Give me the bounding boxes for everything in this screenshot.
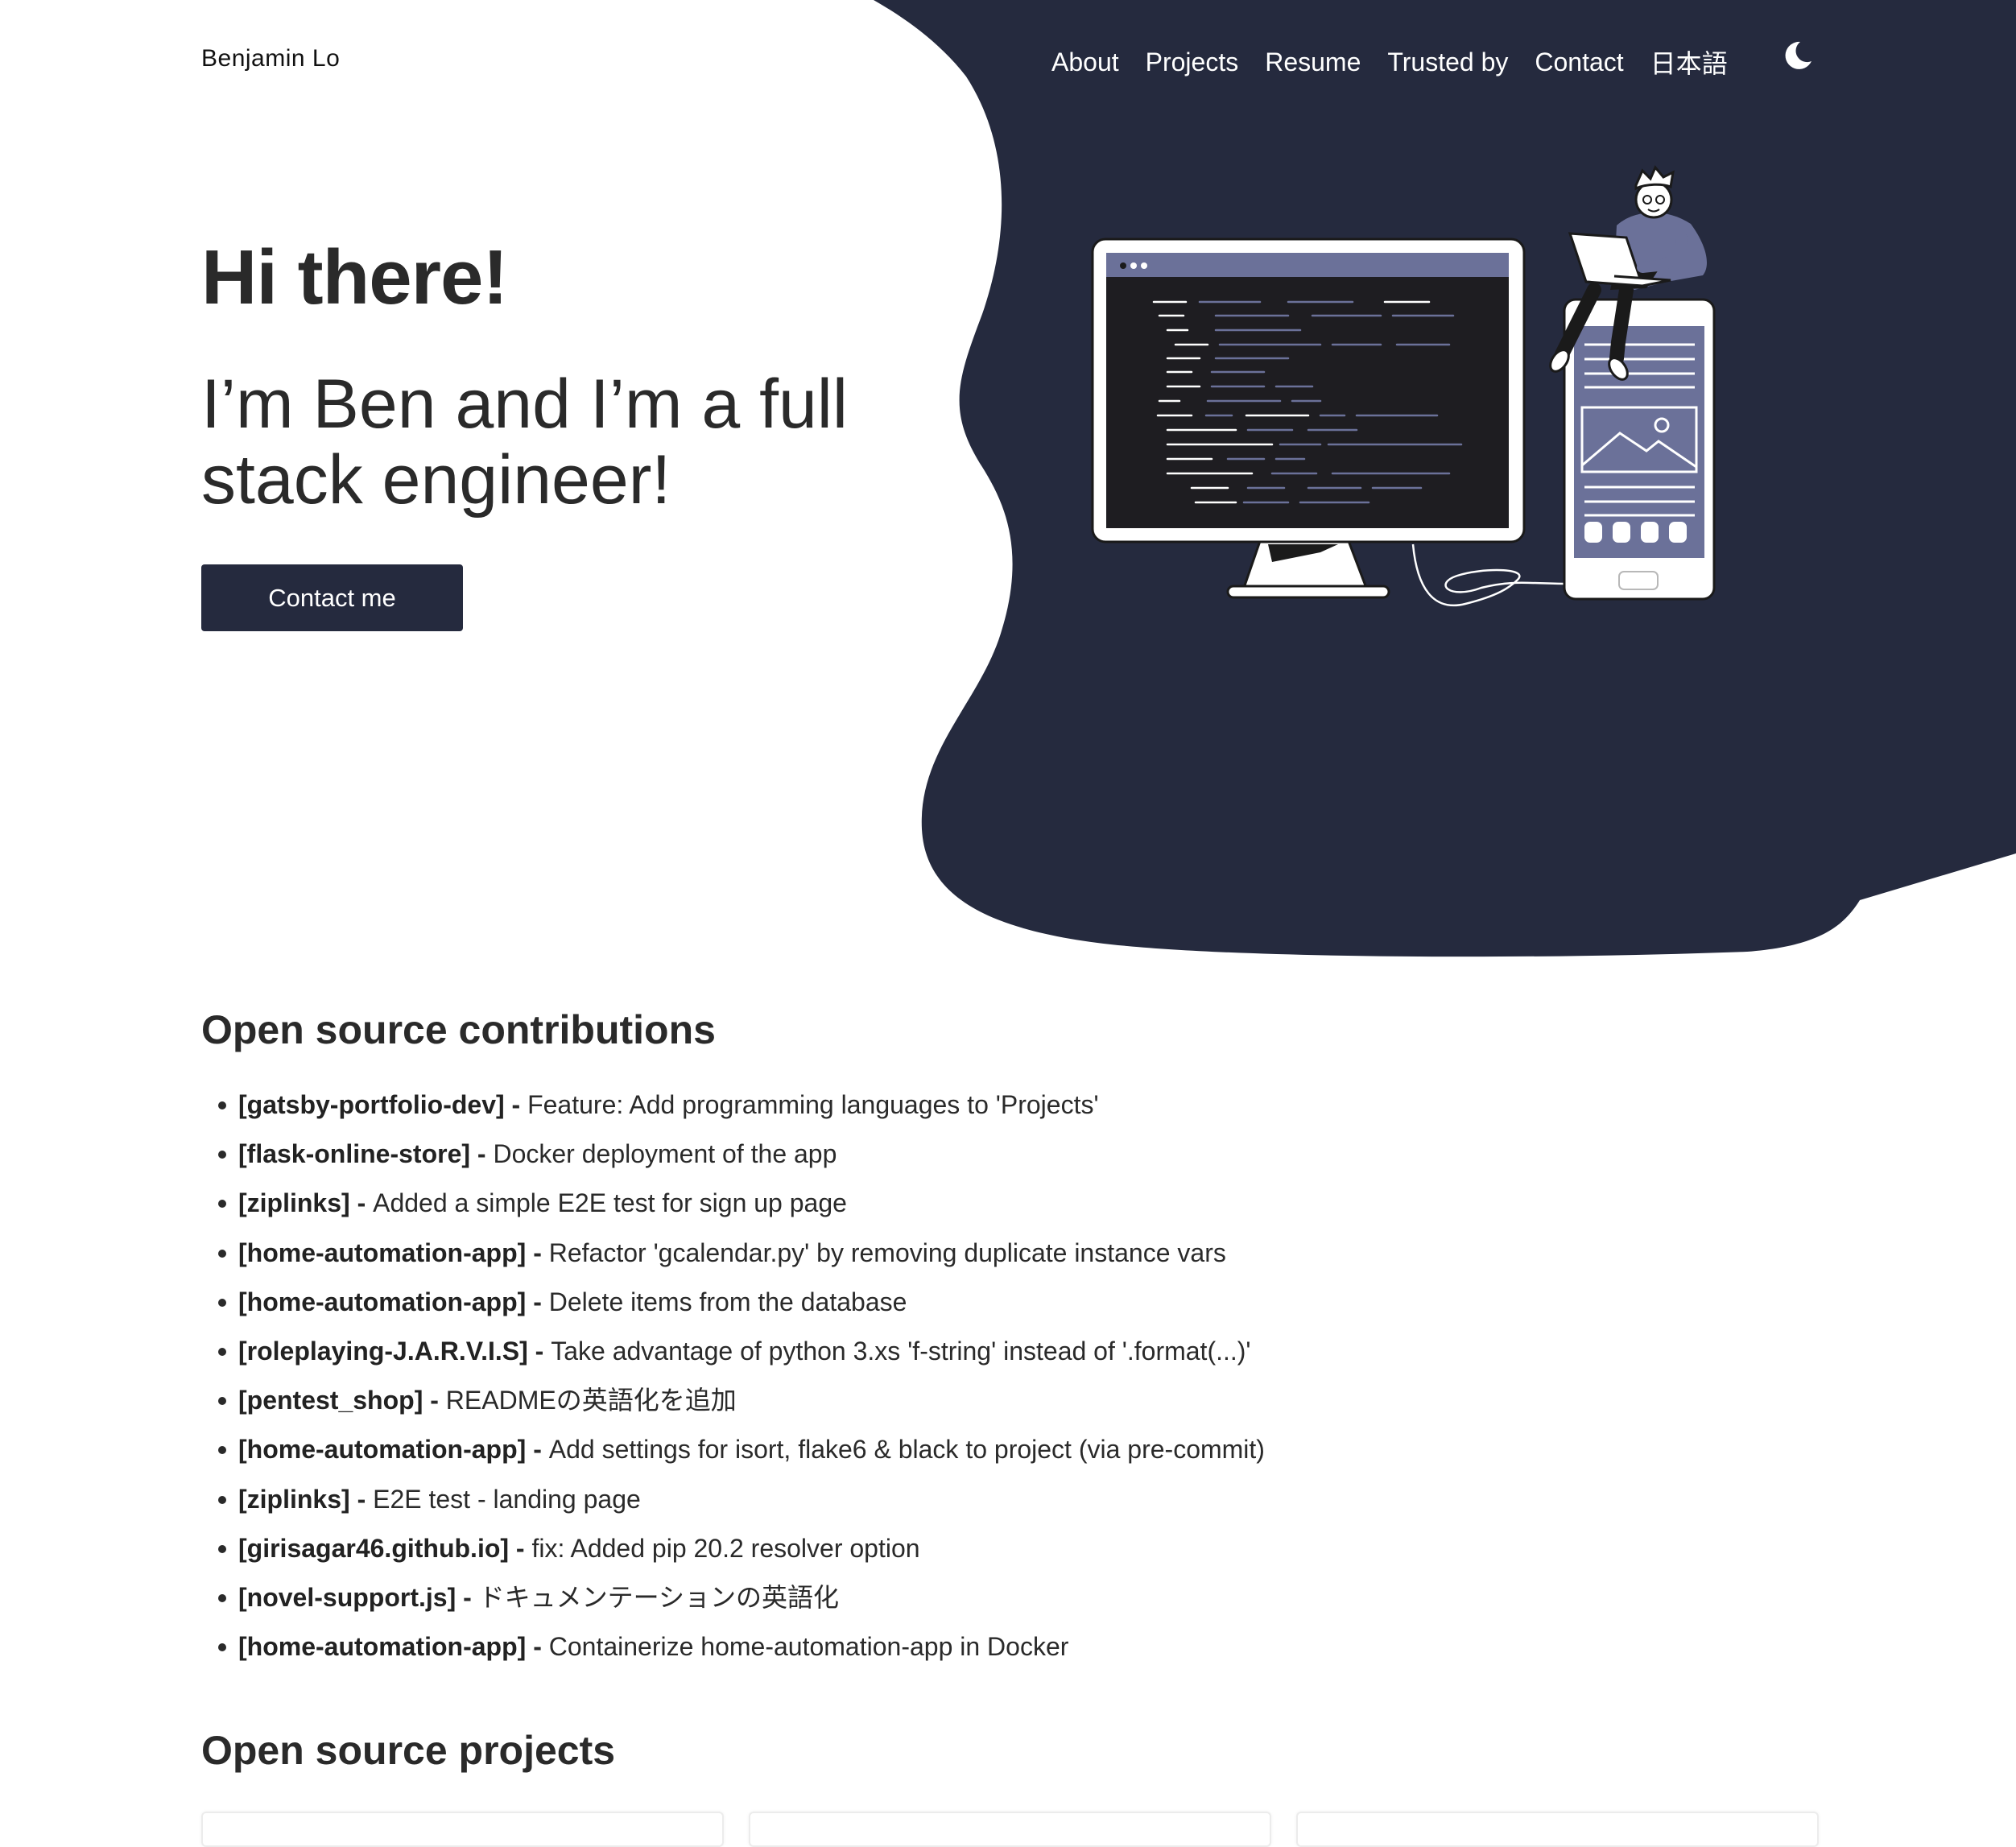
project-card[interactable] (1296, 1812, 1819, 1847)
contribution-separator: - (504, 1090, 528, 1119)
contribution-separator: - (509, 1533, 532, 1563)
contribution-item: [roleplaying-J.A.R.V.I.S] - Take advanta… (201, 1327, 1812, 1376)
contribution-description: Docker deployment of the app (493, 1139, 837, 1169)
contribution-description: Feature: Add programming languages to 'P… (527, 1090, 1099, 1119)
monitor-stand (1226, 539, 1390, 599)
contribution-description: READMEの英語化を追加 (445, 1386, 737, 1415)
monitor (1091, 238, 1526, 543)
contribution-separator: - (349, 1484, 374, 1514)
contribution-item: [home-automation-app] - Add settings for… (201, 1425, 1812, 1474)
contribution-item: [pentest_shop] - READMEの英語化を追加 (201, 1376, 1812, 1425)
bullet-icon (218, 1298, 226, 1307)
contribution-repo-link[interactable]: [ziplinks] (238, 1485, 350, 1514)
contribution-repo-link[interactable]: [home-automation-app] (238, 1435, 526, 1464)
contribution-repo-link[interactable]: [home-automation-app] (238, 1238, 526, 1267)
device-cable (1411, 543, 1567, 606)
contribution-separator: - (349, 1188, 374, 1218)
contribution-repo-link[interactable]: [girisagar46.github.io] (238, 1534, 509, 1563)
contribution-separator: - (526, 1287, 549, 1316)
nav-link-trusted-by[interactable]: Trusted by (1387, 48, 1508, 77)
bullet-icon (218, 1249, 226, 1258)
nav-link-projects[interactable]: Projects (1146, 48, 1239, 77)
contribution-item: [flask-online-store] - Docker deployment… (201, 1130, 1812, 1179)
contribution-description: ドキュメンテーションの英語化 (478, 1582, 840, 1612)
contribution-separator: - (526, 1632, 549, 1662)
contribution-item: [novel-support.js] - ドキュメンテーションの英語化 (201, 1573, 1812, 1622)
phone (1563, 298, 1716, 601)
contribution-item: [gatsby-portfolio-dev] - Feature: Add pr… (201, 1081, 1812, 1130)
contributions-section: Open source contributions [gatsby-portfo… (201, 1006, 1812, 1671)
nav-link-contact[interactable]: Contact (1535, 48, 1623, 77)
bullet-icon (218, 1495, 226, 1504)
contribution-separator: - (526, 1435, 549, 1465)
projects-section: Open source projects (201, 1727, 1819, 1847)
project-cards (201, 1812, 1820, 1847)
contribution-description: E2E test - landing page (373, 1484, 641, 1514)
contribution-separator: - (423, 1386, 446, 1415)
contribution-item: [ziplinks] - E2E test - landing page (201, 1475, 1812, 1524)
contribution-item: [home-automation-app] - Delete items fro… (201, 1278, 1812, 1327)
top-navigation: Benjamin Lo About Projects Resume Truste… (201, 40, 1815, 81)
contribution-repo-link[interactable]: [home-automation-app] (238, 1287, 526, 1316)
contribution-description: Take advantage of python 3.xs 'f-string'… (551, 1336, 1251, 1366)
contribution-item: [girisagar46.github.io] - fix: Added pip… (201, 1524, 1812, 1573)
project-card[interactable] (749, 1812, 1271, 1847)
nav-link-about[interactable]: About (1051, 48, 1119, 77)
bullet-icon (218, 1643, 226, 1652)
nav-link-japanese[interactable]: 日本語 (1650, 43, 1728, 81)
contribution-repo-link[interactable]: [roleplaying-J.A.R.V.I.S] (238, 1337, 528, 1366)
contribution-description: Refactor 'gcalendar.py' by removing dupl… (548, 1238, 1226, 1267)
nav-link-resume[interactable]: Resume (1265, 48, 1361, 77)
contribution-separator: - (527, 1336, 552, 1366)
bullet-icon (218, 1151, 226, 1159)
bullet-icon (218, 1446, 226, 1455)
brand-name[interactable]: Benjamin Lo (201, 45, 340, 72)
contribution-repo-link[interactable]: [flask-online-store] (238, 1139, 470, 1168)
bullet-icon (218, 1544, 226, 1553)
contributions-list: [gatsby-portfolio-dev] - Feature: Add pr… (201, 1081, 1812, 1671)
nav-links: About Projects Resume Trusted by Contact… (1051, 43, 1754, 81)
contribution-item: [ziplinks] - Added a simple E2E test for… (201, 1179, 1812, 1228)
contribution-item: [home-automation-app] - Refactor 'gcalen… (201, 1229, 1812, 1278)
contribution-repo-link[interactable]: [gatsby-portfolio-dev] (238, 1090, 505, 1119)
contribution-description: Delete items from the database (548, 1287, 907, 1316)
contribution-repo-link[interactable]: [ziplinks] (238, 1188, 350, 1217)
contribution-item: [home-automation-app] - Containerize hom… (201, 1622, 1812, 1671)
contribution-description: fix: Added pip 20.2 resolver option (531, 1533, 920, 1563)
contribution-repo-link[interactable]: [pentest_shop] (238, 1386, 423, 1415)
contribution-description: Added a simple E2E test for sign up page (373, 1188, 847, 1218)
project-card[interactable] (201, 1812, 724, 1847)
bullet-icon (218, 1101, 226, 1109)
bullet-icon (218, 1397, 226, 1406)
contribution-description: Containerize home-automation-app in Dock… (548, 1632, 1069, 1662)
bullet-icon (218, 1347, 226, 1356)
moon-icon[interactable] (1781, 39, 1815, 72)
contribution-separator: - (456, 1582, 479, 1612)
contribution-description: Add settings for isort, flake6 & black t… (548, 1435, 1265, 1465)
contribution-repo-link[interactable]: [novel-support.js] (238, 1583, 456, 1612)
projects-heading: Open source projects (201, 1728, 616, 1773)
contributions-heading: Open source contributions (201, 1007, 716, 1052)
contribution-separator: - (526, 1238, 549, 1267)
contribution-repo-link[interactable]: [home-automation-app] (238, 1632, 526, 1661)
bullet-icon (218, 1200, 226, 1209)
contribution-separator: - (470, 1139, 494, 1169)
hero-section: Hi there! I’m Ben and I’m a full stack e… (201, 233, 926, 631)
bullet-icon (218, 1593, 226, 1602)
developer-illustration (1091, 165, 1716, 606)
contact-me-button[interactable]: Contact me (201, 564, 463, 631)
hero-tagline: I’m Ben and I’m a full stack engineer! (201, 366, 849, 519)
hero-greeting: Hi there! (201, 234, 508, 320)
